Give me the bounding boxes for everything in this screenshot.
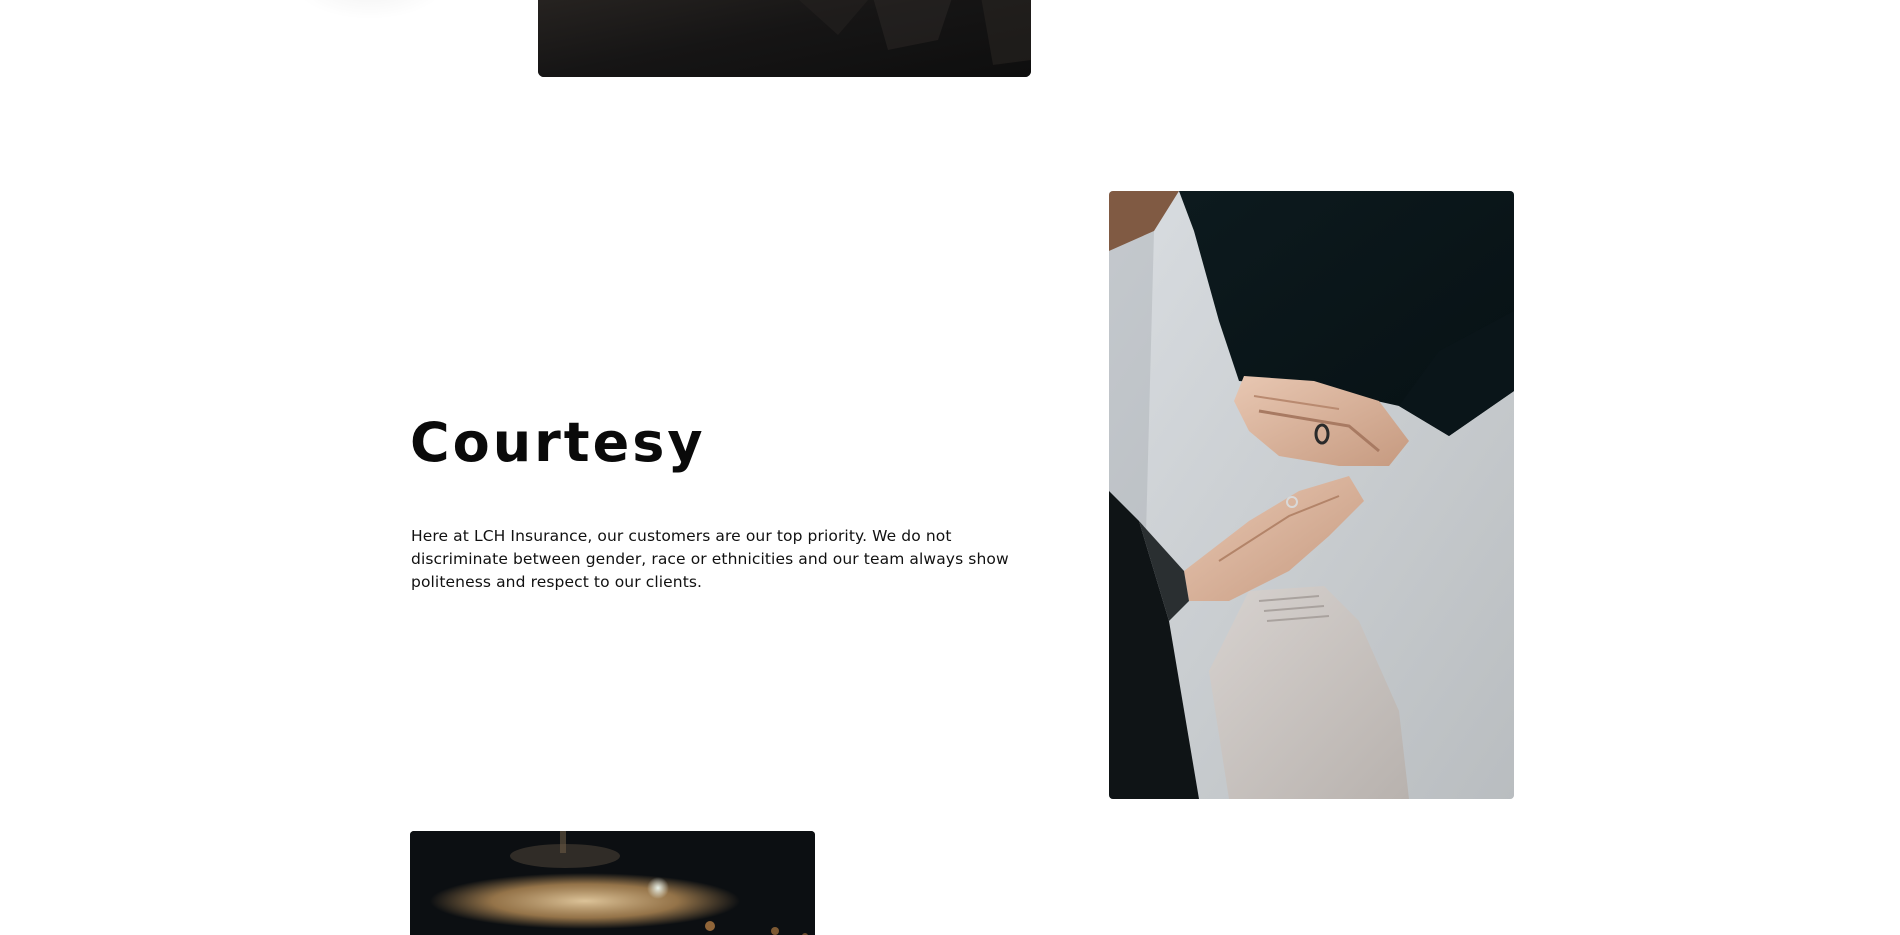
section-heading: Courtesy bbox=[410, 411, 706, 474]
decorative-shadow bbox=[290, 0, 450, 20]
photo-dark bbox=[538, 0, 1031, 77]
photo-blurred-lights bbox=[410, 831, 815, 935]
photo-stacked-hands bbox=[1109, 191, 1514, 799]
page: Courtesy Here at LCH Insurance, our cust… bbox=[0, 0, 1900, 935]
section-body: Here at LCH Insurance, our customers are… bbox=[411, 527, 1009, 591]
